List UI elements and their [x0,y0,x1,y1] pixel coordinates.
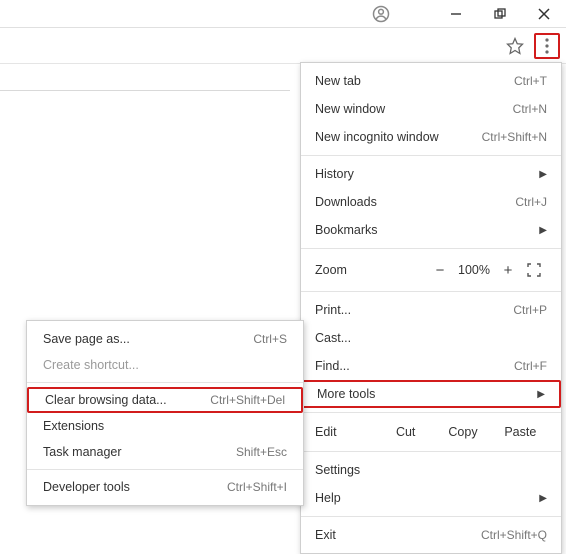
submenu-item-extensions[interactable]: Extensions [27,413,303,439]
menu-item-find[interactable]: Find... Ctrl+F [301,352,561,380]
zoom-in-button[interactable]: + [495,262,521,279]
menu-item-downloads[interactable]: Downloads Ctrl+J [301,188,561,216]
maximize-button[interactable] [478,0,522,28]
menu-separator [301,155,561,156]
menu-separator [301,451,561,452]
menu-button[interactable] [534,33,560,59]
menu-separator [27,469,303,470]
main-menu: New tab Ctrl+T New window Ctrl+N New inc… [300,62,562,554]
submenu-item-save-page[interactable]: Save page as... Ctrl+S [27,326,303,352]
menu-separator [27,382,303,383]
edit-cut[interactable]: Cut [379,425,432,439]
zoom-level: 100% [453,263,495,277]
menu-item-edit: Edit Cut Copy Paste [301,417,561,447]
menu-item-bookmarks[interactable]: Bookmarks ▶ [301,216,561,244]
menu-item-new-incognito[interactable]: New incognito window Ctrl+Shift+N [301,123,561,151]
menu-item-cast[interactable]: Cast... [301,324,561,352]
edit-paste[interactable]: Paste [494,425,547,439]
chevron-right-icon: ▶ [539,225,547,236]
profile-icon[interactable] [368,1,394,27]
minimize-button[interactable] [434,0,478,28]
menu-shortcut: Ctrl+T [514,74,547,88]
chevron-right-icon: ▶ [539,493,547,504]
more-tools-submenu: Save page as... Ctrl+S Create shortcut..… [26,320,304,506]
menu-separator [301,516,561,517]
submenu-item-clear-browsing-data[interactable]: Clear browsing data... Ctrl+Shift+Del [27,387,303,413]
menu-item-zoom: Zoom − 100% + [301,253,561,287]
menu-item-more-tools[interactable]: More tools ▶ [301,380,561,408]
bookmark-star-icon[interactable] [500,31,530,61]
menu-item-settings[interactable]: Settings [301,456,561,484]
chevron-right-icon: ▶ [537,389,545,400]
menu-separator [301,412,561,413]
menu-item-history[interactable]: History ▶ [301,160,561,188]
fullscreen-icon[interactable] [521,263,547,277]
edit-copy[interactable]: Copy [436,425,489,439]
menu-item-exit[interactable]: Exit Ctrl+Shift+Q [301,521,561,549]
menu-item-new-window[interactable]: New window Ctrl+N [301,95,561,123]
menu-item-help[interactable]: Help ▶ [301,484,561,512]
close-button[interactable] [522,0,566,28]
menu-label: New tab [315,74,514,88]
menu-item-print[interactable]: Print... Ctrl+P [301,296,561,324]
window-titlebar [0,0,566,28]
zoom-out-button[interactable]: − [427,262,453,279]
content-separator [0,90,290,91]
submenu-item-task-manager[interactable]: Task manager Shift+Esc [27,439,303,465]
submenu-item-developer-tools[interactable]: Developer tools Ctrl+Shift+I [27,474,303,500]
chevron-right-icon: ▶ [539,169,547,180]
menu-separator [301,291,561,292]
submenu-item-create-shortcut[interactable]: Create shortcut... [27,352,303,378]
browser-toolbar [0,28,566,64]
menu-separator [301,248,561,249]
menu-item-new-tab[interactable]: New tab Ctrl+T [301,67,561,95]
